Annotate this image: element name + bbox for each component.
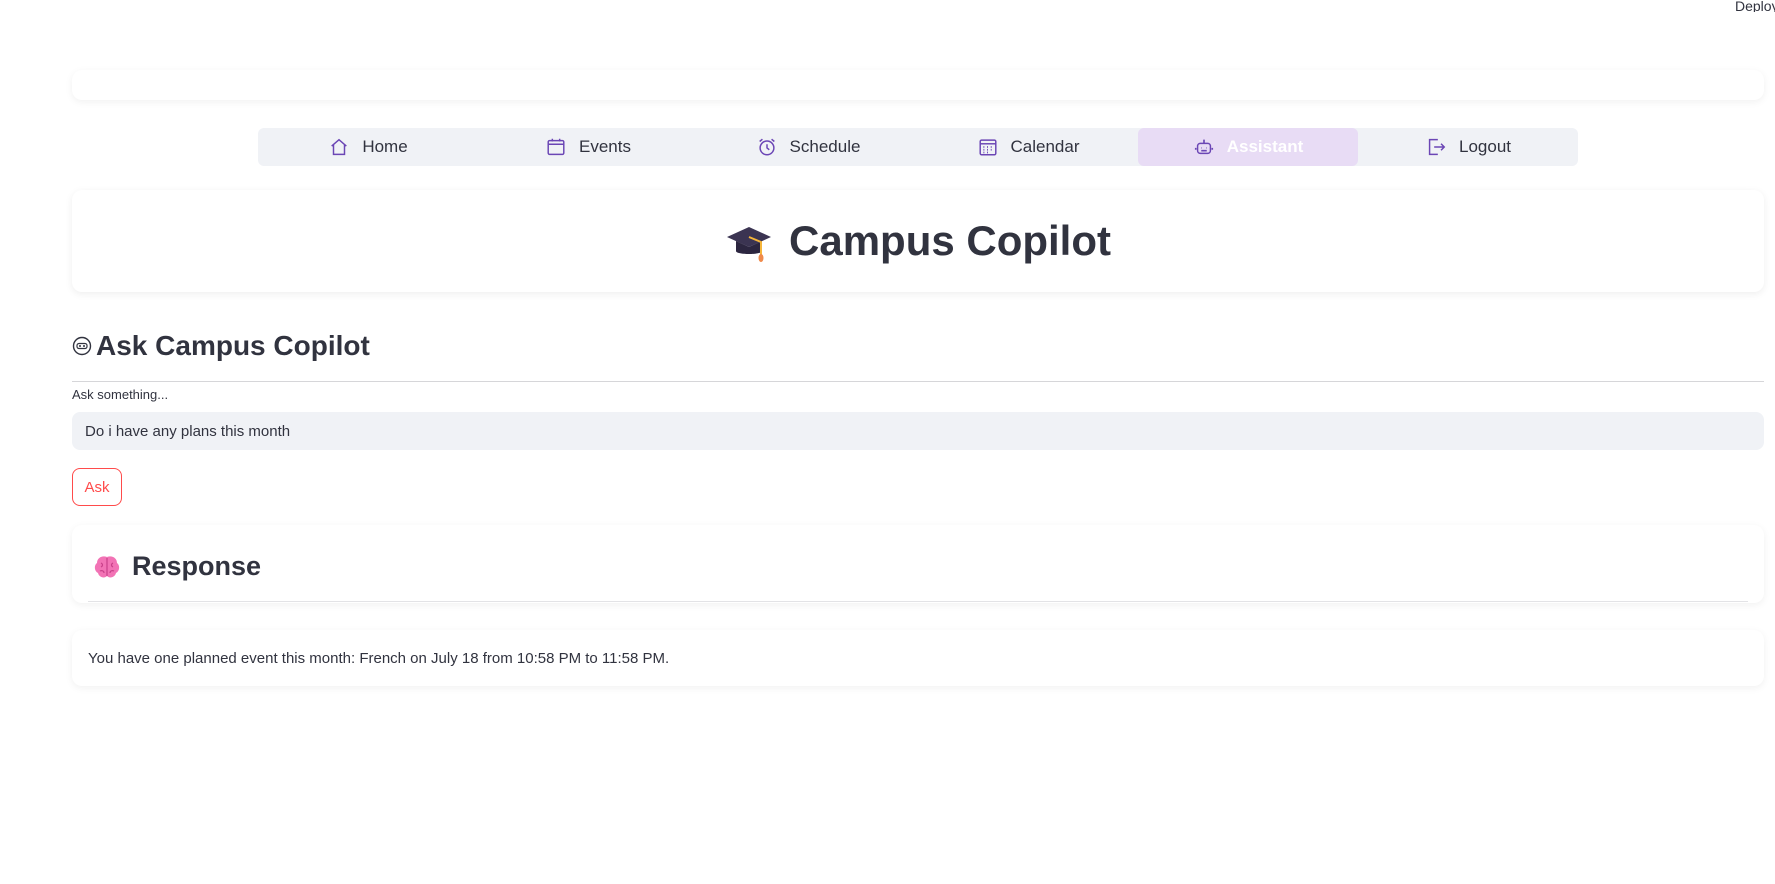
response-header: Response <box>92 551 261 582</box>
input-label: Ask something... <box>72 387 169 402</box>
page-title: Campus Copilot <box>789 217 1111 264</box>
nav-item-label: Assistant <box>1226 137 1304 156</box>
nav-item-label: Logout <box>1459 137 1511 156</box>
response-card: Response <box>72 525 1764 603</box>
response-title: Response <box>132 551 262 581</box>
nav-item-schedule[interactable]: Schedule <box>698 128 918 166</box>
nav-item-calendar[interactable]: Calendar <box>918 128 1138 166</box>
nav-item-label: Schedule <box>789 137 861 156</box>
header-card: Campus Copilot <box>72 190 1764 292</box>
nav-item-home[interactable]: Home <box>258 128 478 166</box>
top-container <box>72 70 1764 100</box>
ask-section-header: Ask Campus Copilot <box>72 330 370 362</box>
deploy-button[interactable]: Deploy <box>1735 0 1775 12</box>
nav-item-label: Calendar <box>1010 137 1080 156</box>
nav-item-logout[interactable]: Logout <box>1358 128 1578 166</box>
alarm-clock-icon <box>758 138 775 156</box>
robot-icon <box>1194 139 1213 155</box>
graduation-cap-icon <box>725 217 773 265</box>
app-page: Deploy Home Events Schedule Calendar Ass… <box>0 0 1775 884</box>
nav-item-label: Home <box>362 137 408 156</box>
ask-input[interactable] <box>72 412 1764 450</box>
nav-bar: Home Events Schedule Calendar Assistant … <box>258 128 1578 166</box>
robot-face-icon <box>72 336 92 356</box>
logout-icon <box>1428 138 1446 156</box>
response-divider <box>88 601 1748 602</box>
answer-card: You have one planned event this month: F… <box>72 630 1764 686</box>
section-divider <box>72 381 1764 382</box>
nav-item-label: Events <box>579 137 631 156</box>
nav-item-events[interactable]: Events <box>478 128 698 166</box>
response-text: You have one planned event this month: F… <box>88 649 670 667</box>
home-icon <box>331 138 348 156</box>
ask-button[interactable]: Ask <box>72 468 122 506</box>
brain-icon <box>94 555 120 577</box>
ask-section-title: Ask Campus Copilot <box>96 330 370 361</box>
nav-item-assistant[interactable]: Assistant <box>1138 128 1358 166</box>
calendar-grid-icon <box>978 139 997 156</box>
calendar-blank-icon <box>547 138 565 156</box>
